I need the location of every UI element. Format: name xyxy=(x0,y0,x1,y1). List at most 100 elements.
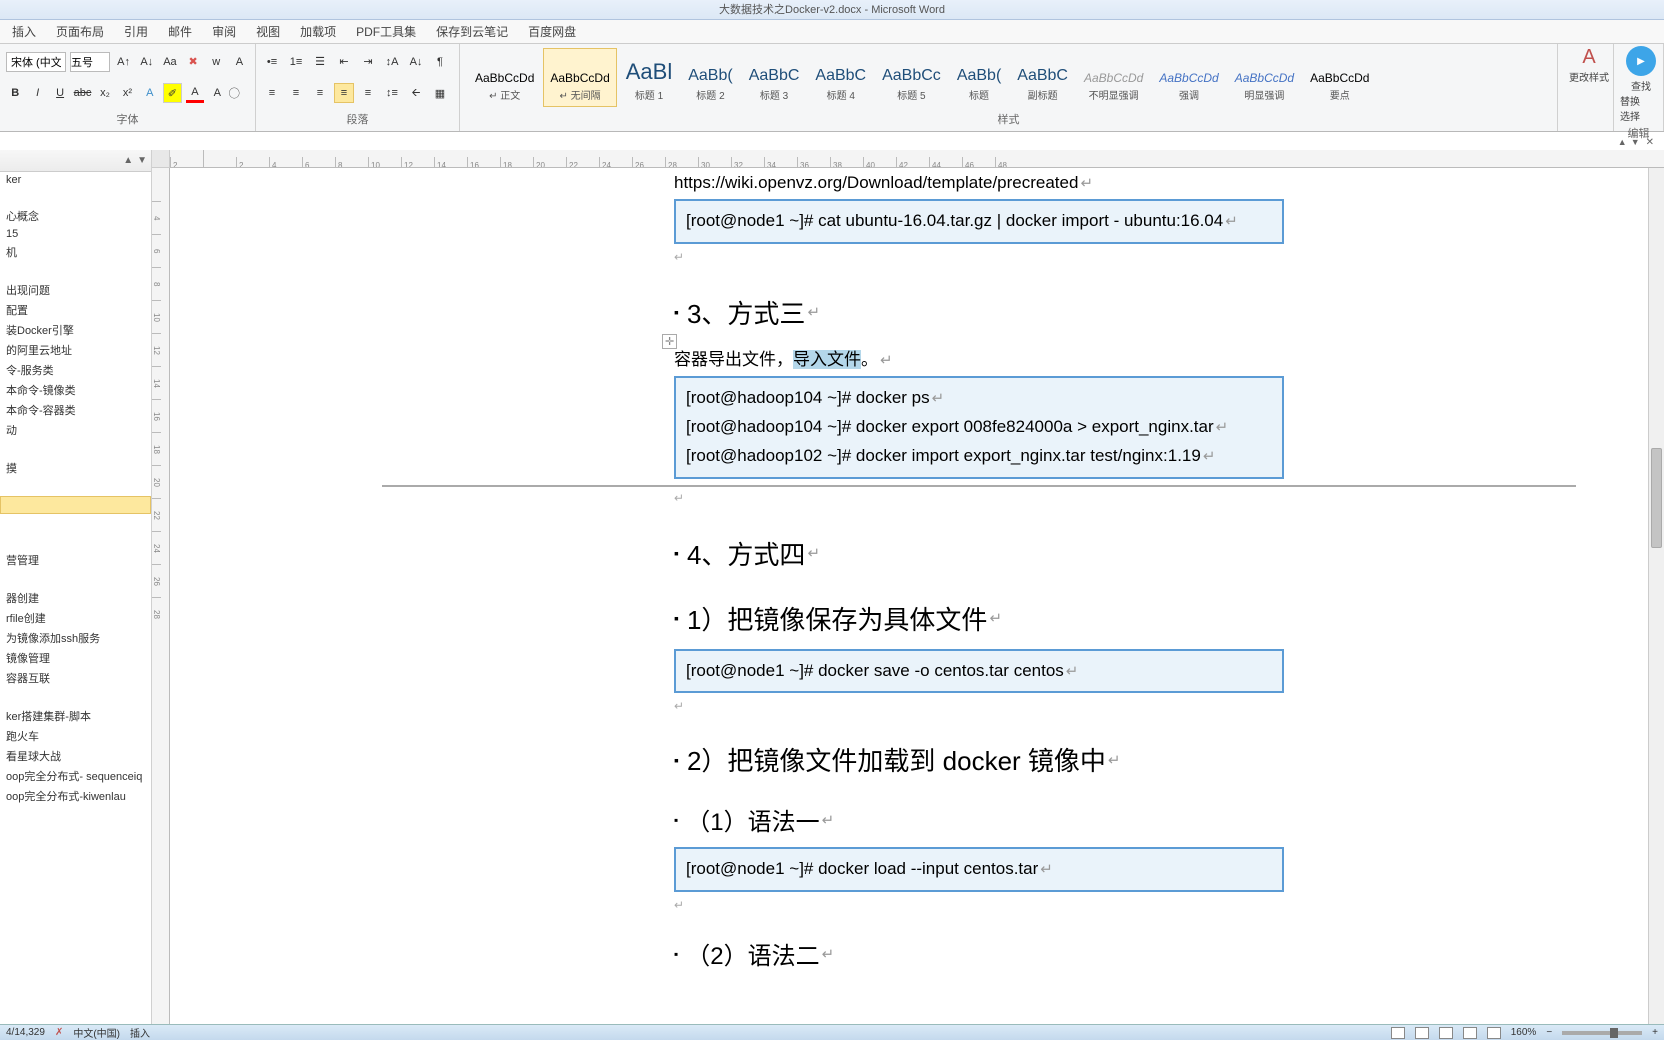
language-status[interactable]: 中文(中国) xyxy=(73,1025,120,1040)
strike-icon[interactable]: abc xyxy=(73,83,91,103)
nav-item[interactable]: 动 xyxy=(0,420,151,440)
replace-button[interactable]: 替换 xyxy=(1620,93,1662,108)
superscript-icon[interactable]: x² xyxy=(118,83,136,103)
ribbon-tab[interactable]: 邮件 xyxy=(158,19,202,44)
ribbon-tab[interactable]: 审阅 xyxy=(202,19,246,44)
style-item[interactable]: AaBbC副标题 xyxy=(1010,48,1075,107)
nav-item[interactable]: 本命令-镜像类 xyxy=(0,380,151,400)
styles-gallery[interactable]: AaBbCcDd↵ 正文AaBbCcDd↵ 无间隔AaBl标题 1AaBb(标题… xyxy=(466,46,1551,109)
nav-item[interactable]: 看星球大战 xyxy=(0,746,151,766)
nav-item[interactable]: oop完全分布式- sequenceiq xyxy=(0,766,151,786)
ruler-corner[interactable] xyxy=(152,150,170,168)
nav-item[interactable] xyxy=(0,496,151,514)
shading-icon[interactable]: 🡨 xyxy=(406,83,426,103)
nav-item[interactable]: 的阿里云地址 xyxy=(0,340,151,360)
nav-item[interactable]: 本命令-容器类 xyxy=(0,400,151,420)
nav-item[interactable]: 令-服务类 xyxy=(0,360,151,380)
numbering-icon[interactable]: 1≡ xyxy=(286,52,306,72)
char-shading-icon[interactable]: A xyxy=(208,83,226,103)
scrollbar-thumb[interactable] xyxy=(1651,448,1662,548)
web-view[interactable] xyxy=(1439,1027,1453,1039)
zoom-slider[interactable] xyxy=(1562,1031,1642,1035)
nav-up-icon[interactable]: ▲ xyxy=(123,155,133,166)
ribbon-tab[interactable]: 视图 xyxy=(246,19,290,44)
nav-item[interactable]: 心概念 xyxy=(0,206,151,226)
nav-item[interactable]: 出现问题 xyxy=(0,280,151,300)
nav-item[interactable]: 容器互联 xyxy=(0,668,151,688)
align-center-icon[interactable]: ≡ xyxy=(286,83,306,103)
nav-close-icon[interactable]: ✕ xyxy=(1646,137,1654,148)
outline-view[interactable] xyxy=(1463,1027,1477,1039)
insert-mode[interactable]: 插入 xyxy=(130,1025,150,1040)
nav-item[interactable]: ker搭建集群-脚本 xyxy=(0,706,151,726)
underline-icon[interactable]: U xyxy=(51,83,69,103)
distribute-icon[interactable]: ≡ xyxy=(358,83,378,103)
ribbon-tab[interactable]: 插入 xyxy=(2,19,46,44)
nav-item[interactable]: ker xyxy=(0,172,151,188)
nav-item[interactable]: 配置 xyxy=(0,300,151,320)
reading-view[interactable] xyxy=(1415,1027,1429,1039)
zoom-in-icon[interactable]: + xyxy=(1652,1027,1658,1038)
ribbon-tab[interactable]: 百度网盘 xyxy=(518,19,586,44)
increase-indent-icon[interactable]: ⇥ xyxy=(358,52,378,72)
change-case-icon[interactable]: Aa xyxy=(160,52,179,72)
style-item[interactable]: AaBbCcDd强调 xyxy=(1152,48,1225,107)
text-direction-icon[interactable]: ↕A xyxy=(382,52,402,72)
justify-icon[interactable]: ≡ xyxy=(334,83,354,103)
style-item[interactable]: AaBbCc标题 5 xyxy=(875,48,948,107)
line-spacing-icon[interactable]: ↕≡ xyxy=(382,83,402,103)
decrease-indent-icon[interactable]: ⇤ xyxy=(334,52,354,72)
ribbon-tab[interactable]: 加载项 xyxy=(290,19,346,44)
style-item[interactable]: AaBbC标题 3 xyxy=(742,48,807,107)
ribbon-tab[interactable]: 页面布局 xyxy=(46,19,114,44)
select-button[interactable]: 选择 xyxy=(1620,108,1662,123)
nav-prev-icon[interactable]: ▲ xyxy=(1618,137,1627,147)
zoom-out-icon[interactable]: − xyxy=(1546,1027,1552,1038)
nav-item[interactable]: 机 xyxy=(0,242,151,262)
word-count[interactable]: 4/14,329 xyxy=(6,1027,45,1038)
borders-icon[interactable]: ▦ xyxy=(430,83,450,103)
nav-item[interactable]: 器创建 xyxy=(0,588,151,608)
highlight-icon[interactable]: ✐ xyxy=(163,83,182,103)
show-marks-icon[interactable]: ¶ xyxy=(430,52,450,72)
print-layout-view[interactable] xyxy=(1391,1027,1405,1039)
align-left-icon[interactable]: ≡ xyxy=(262,83,282,103)
font-family-select[interactable] xyxy=(6,52,66,72)
vertical-ruler[interactable]: 46810121416182022242628 xyxy=(152,168,170,1024)
nav-item[interactable]: 营管理 xyxy=(0,550,151,570)
multilevel-icon[interactable]: ☰ xyxy=(310,52,330,72)
bullets-icon[interactable]: •≡ xyxy=(262,52,282,72)
nav-item[interactable]: 摸 xyxy=(0,458,151,478)
sort-icon[interactable]: A↓ xyxy=(406,52,426,72)
table-anchor-icon[interactable]: ✛ xyxy=(662,334,677,349)
bold-icon[interactable]: B xyxy=(6,83,24,103)
ribbon-tab[interactable]: 保存到云笔记 xyxy=(426,19,518,44)
nav-down-icon[interactable]: ▼ xyxy=(137,155,147,166)
find-circle-icon[interactable]: ▶ xyxy=(1626,46,1656,76)
clear-format-icon[interactable]: ✖ xyxy=(184,52,203,72)
nav-item[interactable]: oop完全分布式-kiwenlau xyxy=(0,786,151,806)
text-effects-icon[interactable]: A xyxy=(141,83,159,103)
ribbon-tab[interactable]: PDF工具集 xyxy=(346,19,426,44)
enclose-char-icon[interactable]: ⃝ xyxy=(231,83,249,103)
nav-item[interactable]: 15 xyxy=(0,226,151,242)
horizontal-ruler[interactable]: 2246810121416182022242628303234363840424… xyxy=(170,150,1664,168)
draft-view[interactable] xyxy=(1487,1027,1501,1039)
vertical-scrollbar[interactable] xyxy=(1648,168,1664,1024)
nav-item[interactable]: rfile创建 xyxy=(0,608,151,628)
nav-next-icon[interactable]: ▼ xyxy=(1631,137,1640,147)
style-item[interactable]: AaBbCcDd明显强调 xyxy=(1228,48,1301,107)
style-item[interactable]: AaBl标题 1 xyxy=(619,48,679,107)
nav-item[interactable]: 镜像管理 xyxy=(0,648,151,668)
find-button[interactable]: 查找 xyxy=(1620,78,1662,93)
grow-font-icon[interactable]: A↑ xyxy=(114,52,133,72)
style-item[interactable]: AaBbCcDd↵ 无间隔 xyxy=(543,48,616,107)
char-border-icon[interactable]: A xyxy=(230,52,249,72)
font-color-icon[interactable]: A xyxy=(186,83,204,103)
style-item[interactable]: AaBbC标题 4 xyxy=(808,48,873,107)
ribbon-tab[interactable]: 引用 xyxy=(114,19,158,44)
subscript-icon[interactable]: x₂ xyxy=(96,83,114,103)
phonetic-icon[interactable]: ᴡ xyxy=(207,52,226,72)
nav-item[interactable]: 装Docker引擎 xyxy=(0,320,151,340)
style-item[interactable]: AaBb(标题 2 xyxy=(681,48,739,107)
